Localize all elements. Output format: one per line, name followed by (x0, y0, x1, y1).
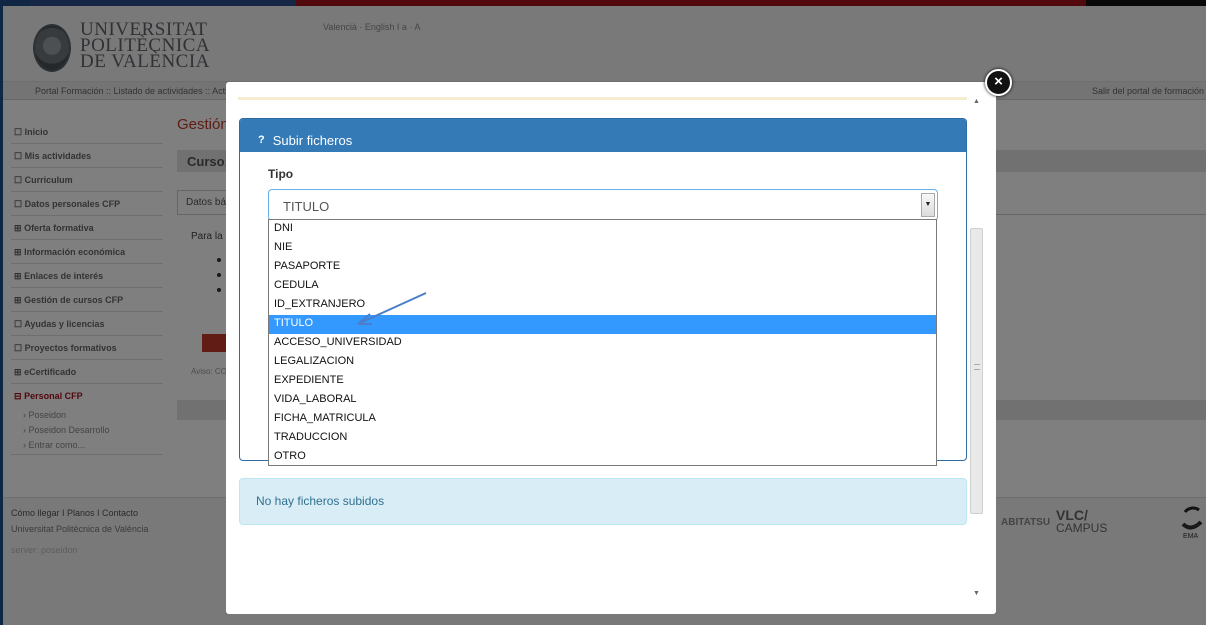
tipo-dropdown-list: DNI NIE PASAPORTE CEDULA ID_EXTRANJERO T… (268, 219, 937, 466)
option-dni[interactable]: DNI (269, 220, 936, 239)
panel-header: ? Subir ficheros (240, 119, 966, 152)
option-traduccion[interactable]: TRADUCCION (269, 429, 936, 448)
scroll-up-icon[interactable]: ▲ (973, 98, 980, 105)
option-pasaporte[interactable]: PASAPORTE (269, 258, 936, 277)
no-files-message: No hay ficheros subidos (239, 478, 967, 525)
help-icon[interactable]: ? (258, 134, 265, 146)
modal-scrollbar[interactable]: ▲ ▼ (970, 94, 984, 603)
close-icon[interactable]: × (985, 69, 1012, 96)
scrollbar-thumb[interactable] (970, 228, 983, 514)
tipo-select[interactable]: TITULO ▼ (268, 189, 938, 221)
option-expediente[interactable]: EXPEDIENTE (269, 372, 936, 391)
option-ficha-matricula[interactable]: FICHA_MATRICULA (269, 410, 936, 429)
grip-icon (974, 364, 980, 370)
tipo-select-value: TITULO (283, 199, 330, 214)
chevron-down-icon[interactable]: ▼ (921, 193, 935, 217)
panel-title: Subir ficheros (272, 132, 353, 148)
option-nie[interactable]: NIE (269, 239, 936, 258)
annotation-arrow-icon (357, 292, 427, 325)
tipo-label: Tipo (268, 167, 294, 181)
option-legalizacion[interactable]: LEGALIZACION (269, 353, 936, 372)
modal-top-border (238, 97, 967, 100)
scroll-down-icon[interactable]: ▼ (973, 590, 980, 597)
option-otro[interactable]: OTRO (269, 448, 936, 467)
option-vida-laboral[interactable]: VIDA_LABORAL (269, 391, 936, 410)
option-acceso-universidad[interactable]: ACCESO_UNIVERSIDAD (269, 334, 936, 353)
